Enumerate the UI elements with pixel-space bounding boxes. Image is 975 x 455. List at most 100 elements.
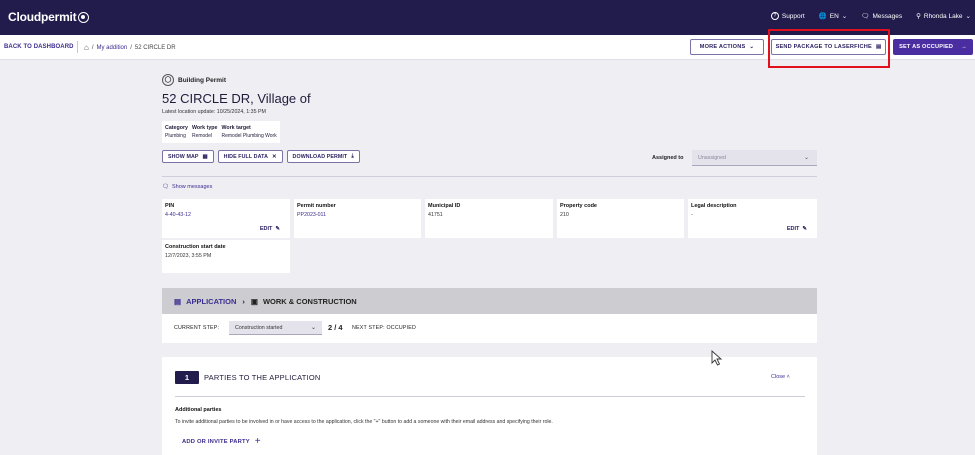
map-icon: ▦ [202,153,208,160]
hide-full-data-button[interactable]: HIDE FULL DATA ✕ [217,150,283,163]
divider [175,396,805,397]
chat-icon: 🗨 [162,184,169,190]
chevron-down-icon: ⌄ [965,13,971,20]
globe-icon: 🌐 [818,13,827,20]
card-label: Construction start date [165,244,226,250]
download-permit-button[interactable]: DOWNLOAD PERMIT ⤓ [286,150,360,163]
language-selector[interactable]: 🌐 EN ⌄ [818,12,848,21]
logo-text: Cloudpermit [8,10,77,24]
assigned-value: Unassigned [698,155,726,161]
edit-label: EDIT [259,226,273,232]
close-label: Close [771,374,786,380]
card-label: Permit number [297,203,336,209]
section-title: PARTIES TO THE APPLICATION [204,373,321,382]
divider [77,41,78,53]
home-icon[interactable]: ⌂ [84,43,89,52]
download-label: DOWNLOAD PERMIT [292,153,348,160]
breadcrumb-separator: / [91,44,94,51]
edit-pin-button[interactable]: EDIT ✎ [260,226,280,232]
additional-parties-heading: Additional parties [175,407,222,413]
latest-update: Latest location update: 10/25/2024, 1:35… [162,109,266,115]
current-step-select[interactable]: Construction started ⌄ [229,321,322,335]
support-link[interactable]: ? Support [770,12,805,20]
step-work-label: WORK & CONSTRUCTION [262,296,357,306]
card-label: Municipal ID [428,203,461,209]
card-legal-description: Legal description - EDIT ✎ [688,199,817,238]
building-permit-icon: ◯ [162,74,174,86]
set-as-occupied-button[interactable]: SET AS OCCUPIED → [893,39,973,55]
logo-mark-icon [78,11,90,23]
step-work-construction[interactable]: ▣ WORK & CONSTRUCTION [251,297,357,306]
chat-icon: 🗨 [861,13,870,20]
add-invite-party-button[interactable]: ADD OR INVITE PARTY + [182,436,261,447]
section-number-badge: 1 [175,371,199,384]
messages-label: Messages [872,12,903,20]
pencil-icon: ✎ [802,226,807,232]
close-section-button[interactable]: Close ˄ [771,374,790,380]
edit-legal-button[interactable]: EDIT ✎ [787,226,807,232]
additional-parties-description: To invite additional parties to be invol… [175,419,553,425]
mouse-cursor-icon [711,350,723,366]
chevron-right-icon: › [242,296,245,306]
messages-link[interactable]: 🗨 Messages [861,12,903,21]
card-construction-start: Construction start date 12/7/2023, 3:55 … [162,240,290,273]
back-to-dashboard-link[interactable]: BACK TO DASHBOARD [4,44,74,50]
current-step-panel: CURRENT STEP: Construction started ⌄ 2 /… [162,314,817,343]
arrow-right-icon: → [961,44,967,50]
next-step-label: NEXT STEP: OCCUPIED [352,325,417,331]
tag-value: Remodel [191,133,212,139]
language-label: EN [829,12,839,20]
tag-label: Work target [221,125,251,131]
support-label: Support [781,12,805,20]
step-application-label: APPLICATION [186,296,237,306]
assigned-to-select[interactable]: Unassigned ⌄ [692,150,817,166]
show-messages-link[interactable]: 🗨 Show messages [162,184,212,190]
more-actions-button[interactable]: MORE ACTIONS ⌄ [690,39,764,55]
breadcrumb: ⌂ / My addition / 52 CIRCLE DR [84,43,176,52]
permit-type-label: Building Permit [178,76,227,84]
chevron-down-icon: ⌄ [841,13,848,20]
current-step-label: CURRENT STEP: [174,325,220,331]
card-label: Legal description [691,203,737,209]
card-municipal-id: Municipal ID 41751 [425,199,553,238]
card-value[interactable]: 4-40-43-12 [165,212,191,218]
document-icon: ▤ [174,296,182,306]
permit-tags: Category Plumbing Work type Remodel Work t… [162,121,280,143]
plus-icon: + [254,436,261,447]
chevron-up-icon: ˄ [786,374,790,380]
tag-value: Remodel Plumbing Work [221,133,277,139]
step-progress: 2 / 4 [328,323,343,332]
hide-full-label: HIDE FULL DATA [223,153,268,160]
card-permit-number: Permit number PP2023-011 [294,199,421,238]
workflow-steps: ▤ APPLICATION › ▣ WORK & CONSTRUCTION [162,288,817,319]
tag-category: Category Plumbing [165,124,188,140]
card-value: - [691,212,693,218]
show-map-label: SHOW MAP [168,153,199,160]
more-actions-label: MORE ACTIONS [699,44,746,50]
card-value[interactable]: PP2023-011 [297,212,326,218]
current-step-value: Construction started [235,325,283,331]
card-label: PIN [165,203,175,209]
help-circle-icon: ? [770,12,779,20]
tag-label: Work type [191,125,218,131]
chevron-down-icon: ⌄ [310,325,316,331]
divider [162,176,817,177]
invite-label: ADD OR INVITE PARTY [182,438,250,445]
tag-value: Plumbing [165,133,186,139]
card-label: Property code [560,203,597,209]
show-map-button[interactable]: SHOW MAP ▦ [162,150,214,163]
highlight-box [768,29,890,68]
cloudpermit-logo[interactable]: Cloudpermit [8,10,90,24]
breadcrumb-separator: / [130,44,132,51]
user-menu[interactable]: ⚲ Rhonda Lake ⌄ [916,12,971,21]
occupied-label: SET AS OCCUPIED [899,44,954,50]
step-application[interactable]: ▤ APPLICATION [174,297,236,306]
card-value: 41751 [428,212,443,218]
pencil-icon: ✎ [275,226,280,232]
user-icon: ⚲ [916,13,921,20]
breadcrumb-current: 52 CIRCLE DR [134,44,176,51]
breadcrumb-my-addition[interactable]: My addition [97,45,128,51]
card-pin: PIN 4-40-43-12 EDIT ✎ [162,199,290,238]
card-value: 12/7/2023, 3:55 PM [165,253,212,259]
parties-section: 1 PARTIES TO THE APPLICATION Close ˄ Add… [162,357,817,455]
